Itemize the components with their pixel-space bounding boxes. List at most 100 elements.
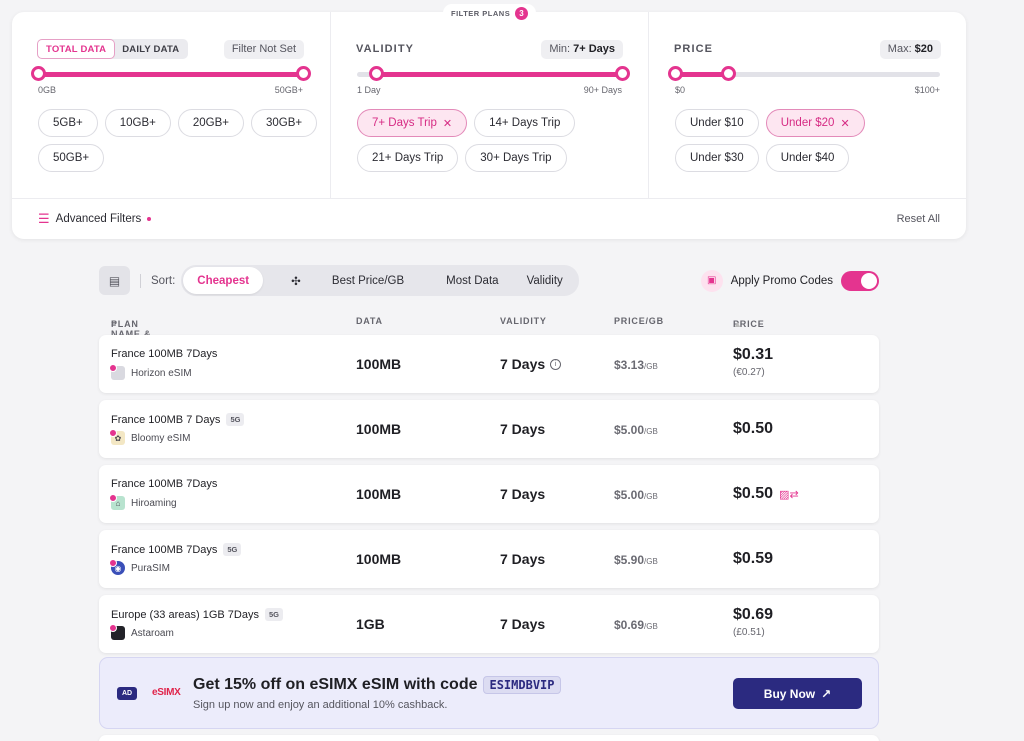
plan-data: 100MB [356, 551, 402, 567]
flower-logo-icon: ✿ [109, 429, 125, 445]
plan-name: Europe (33 areas) 1GB 7Days 5G [111, 608, 283, 621]
price-min-handle[interactable] [668, 66, 683, 81]
header-data[interactable]: DATA [356, 316, 383, 326]
chip-10gb[interactable]: 10GB+ [104, 109, 171, 137]
plan-name: France 100MB 7Days [111, 478, 217, 490]
advanced-filters-label: Advanced Filters [55, 213, 142, 225]
per-unit: /GB [644, 557, 658, 566]
plan-price-per-gb: $0.69/GB [614, 618, 658, 632]
active-dot [147, 217, 152, 221]
chip-30-days-trip[interactable]: 30+ Days Trip [465, 144, 567, 172]
chip-50gb[interactable]: 50GB+ [38, 144, 105, 172]
external-link-icon: ↗ [821, 686, 832, 701]
validity-min-handle[interactable] [368, 66, 384, 81]
plan-row[interactable]: Europe (33 areas) 1GB 7Days 5G Astaroam 1… [99, 595, 879, 653]
provider: Horizon eSIM [109, 364, 192, 380]
filter-plans-label: FILTER PLANS [451, 8, 511, 18]
chip-under-20[interactable]: Under $20 ✕ [765, 109, 865, 137]
advanced-filters-button[interactable]: ☰ Advanced Filters [38, 211, 152, 227]
validity-title: VALIDITY [356, 43, 415, 55]
plan-row[interactable]: France 100MB 7 Days 5G ✿ Bloomy eSIM 100MB… [99, 400, 879, 458]
plan-price-per-gb: $3.13/GB [614, 358, 658, 372]
plan-price-per-gb: $5.00/GB [614, 488, 658, 502]
plan-name-text: Europe (33 areas) 1GB 7Days [111, 608, 259, 621]
sort-bar: ▤ Sort: Cheapest ✣ Best Price/GB Most Da… [99, 265, 879, 296]
validity-filter-column: VALIDITY Min: 7+ Days 1 Day 90+ Days 7+ … [330, 12, 648, 198]
plan-validity: 7 Days [500, 616, 546, 632]
sort-validity[interactable]: Validity [513, 267, 577, 294]
sort-cheapest[interactable]: Cheapest [183, 267, 264, 294]
provider-logo-icon [109, 624, 125, 640]
plan-data: 100MB [356, 356, 402, 372]
5g-badge: 5G [226, 413, 245, 426]
data-max-handle[interactable] [296, 66, 311, 81]
plan-name-text: France 100MB 7Days [111, 543, 218, 556]
price-filter-column: PRICE Max: $20 $0 $100+ Under $10 Under … [648, 12, 966, 198]
price-title: PRICE [674, 43, 714, 55]
ticket-icon: ▣ [700, 269, 723, 292]
price-gb-value: $5.90 [614, 553, 645, 567]
plan-row[interactable]: France 100MB 7Days ⌂ Hiroaming 100MB 7 Da… [99, 465, 879, 523]
chip-14-days-trip[interactable]: 14+ Days Trip [474, 109, 576, 137]
plan-name: France 100MB 7Days 5G [111, 543, 242, 556]
promo-code[interactable]: ESIMDBVIP [483, 676, 561, 694]
data-range-slider[interactable] [31, 66, 311, 81]
ad-title-text: Get 15% off on eSIMX eSIM with code [193, 676, 478, 693]
reset-all-button[interactable]: Reset All [897, 213, 940, 225]
validity-max-label: 90+ Days [583, 85, 622, 95]
header-price-gb[interactable]: PRICE/GB [614, 316, 664, 326]
chip-20gb[interactable]: 20GB+ [177, 109, 244, 137]
chip-30gb[interactable]: 30GB+ [250, 109, 318, 137]
chip-7-days-trip[interactable]: 7+ Days Trip ✕ [357, 109, 468, 137]
per-unit: /GB [644, 492, 658, 501]
price-gb-value: $5.00 [614, 488, 645, 502]
plan-row[interactable] [99, 735, 879, 741]
data-min-label: 0GB [38, 85, 57, 95]
promo-codes-toggle[interactable] [841, 270, 879, 291]
validity-range-slider[interactable] [357, 66, 630, 81]
plan-row[interactable]: France 100MB 7Days Horizon eSIM 100MB 7 … [99, 335, 879, 393]
chip-under-40[interactable]: Under $40 [765, 144, 850, 172]
validity-range-fill [375, 72, 622, 77]
plan-data: 100MB [356, 486, 402, 502]
filter-plans-badge: FILTER PLANS 3 [443, 4, 537, 22]
sort-arrow-icon: ▲ [733, 319, 743, 329]
house-logo-icon: ⌂ [109, 494, 125, 510]
view-toggle-button[interactable]: ▤ [99, 266, 130, 295]
chip-under-10[interactable]: Under $10 [675, 109, 759, 137]
info-icon[interactable]: i [550, 358, 562, 370]
header-validity[interactable]: VALIDITY [500, 316, 547, 326]
provider-name: Horizon eSIM [131, 367, 192, 379]
remove-icon[interactable]: ✕ [840, 117, 849, 130]
data-chips: 5GB+ 10GB+ 20GB+ 30GB+ 50GB+ [38, 109, 318, 172]
total-data-tab[interactable]: TOTAL DATA [38, 40, 115, 58]
sort-most-data[interactable]: Most Data [432, 267, 512, 294]
provider-name: Hiroaming [131, 497, 177, 509]
buy-now-button[interactable]: Buy Now ↗ [733, 678, 862, 709]
plan-price: $0.59 [733, 550, 774, 567]
data-min-handle[interactable] [31, 66, 46, 81]
plan-price: $0.31 [733, 346, 774, 363]
remove-icon[interactable]: ✕ [443, 117, 452, 130]
price-max-prefix: Max: [887, 43, 912, 55]
plan-validity: 7 Days [500, 486, 546, 502]
plan-name: France 100MB 7Days [111, 348, 217, 360]
sparkle-icon: ✣ [291, 275, 304, 288]
daily-data-tab[interactable]: DAILY DATA [114, 40, 187, 58]
per-unit: /GB [644, 362, 658, 371]
price-max-value: $20 [914, 43, 933, 55]
sort-best-price-gb[interactable]: ✣ Best Price/GB [263, 267, 432, 294]
chip-under-30[interactable]: Under $30 [675, 144, 759, 172]
cashback-icon[interactable]: ▨⇄ [779, 488, 799, 501]
converted-price: (£0.51) [733, 627, 765, 638]
validity-max-handle[interactable] [615, 66, 630, 81]
chat-icon: ▤ [108, 273, 121, 288]
chip-21-days-trip[interactable]: 21+ Days Trip [357, 144, 459, 172]
chip-5gb[interactable]: 5GB+ [38, 109, 98, 137]
provider-name: Astaroam [131, 627, 174, 639]
ad-label: AD [117, 687, 137, 700]
plan-row[interactable]: France 100MB 7Days 5G ◉ PuraSIM 100MB 7 Da… [99, 530, 879, 588]
price-max-handle[interactable] [721, 66, 736, 81]
ad-title: Get 15% off on eSIMX eSIM with code ESIM… [193, 676, 561, 694]
price-range-slider[interactable] [668, 66, 940, 81]
